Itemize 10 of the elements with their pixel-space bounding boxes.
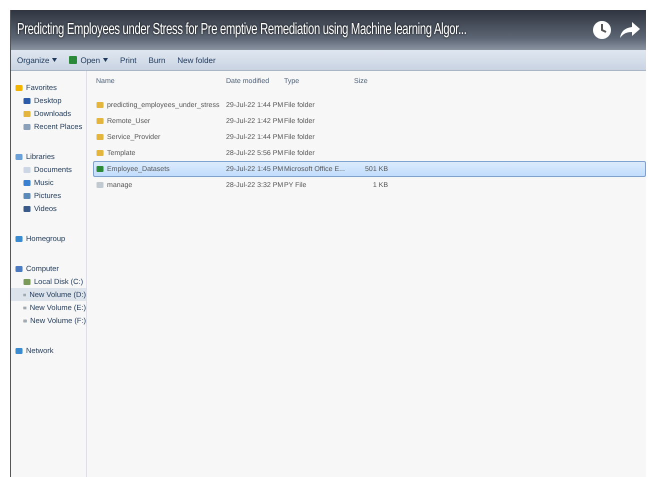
share-arrow-icon[interactable] (620, 21, 640, 39)
toolbar-button[interactable]: Print (120, 56, 136, 64)
toolbar-button[interactable]: Burn (148, 56, 166, 64)
caret-icon (103, 58, 108, 62)
toolbar-button[interactable]: Organize (17, 56, 58, 64)
video-title: Predicting Employees under Stress for Pre emptive Remediation using Machine learning Algor... (17, 21, 467, 39)
toolbar-button[interactable]: Open (69, 56, 108, 64)
toolbar-button[interactable]: New folder (177, 56, 216, 64)
caret-icon (52, 58, 58, 62)
clock-icon[interactable] (592, 20, 612, 40)
